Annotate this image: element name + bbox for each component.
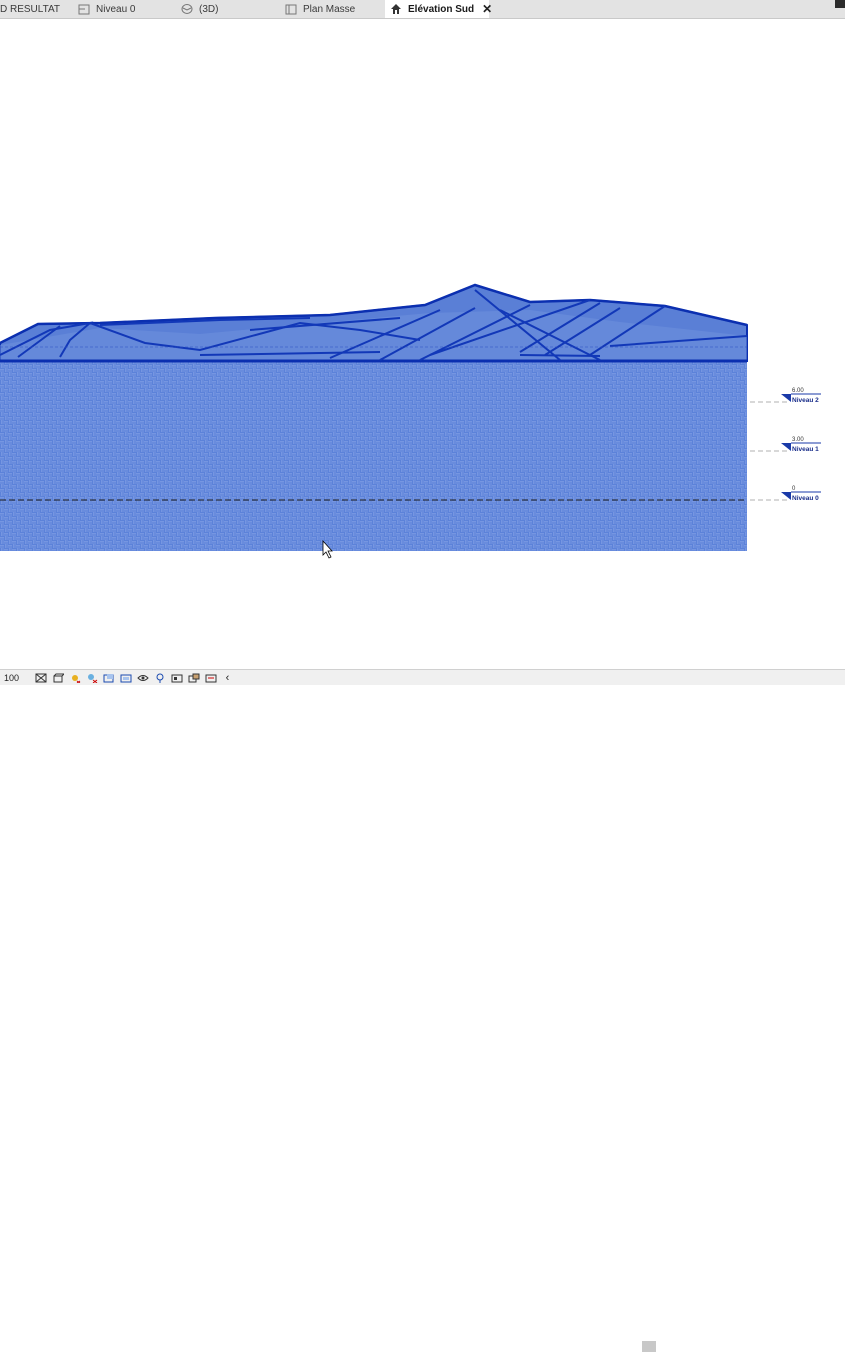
show-crop-icon[interactable] [119,672,132,683]
tab-plan-masse[interactable]: Plan Masse [282,0,382,18]
collapse-chevron-icon[interactable]: ‹ [221,672,234,684]
tab-3d[interactable]: (3D) [178,0,278,18]
floor-plan-icon [78,3,90,15]
design-options-icon[interactable] [170,672,183,683]
sun-path-icon[interactable] [68,672,81,683]
window-corner [835,0,845,8]
constraints-icon[interactable] [204,672,217,683]
view-tab-bar: D RESULTAT Niveau 0 (3D) Plan Masse Elév… [0,0,845,19]
elevation-drawing: 6.00 Niveau 2 3.00 Niveau 1 0 Niveau 0 [0,283,821,559]
tab-label: Niveau 0 [96,3,136,15]
view-scale[interactable]: 100 [0,673,34,683]
tab-niveau-0[interactable]: Niveau 0 [74,0,174,18]
level-elevation: 6.00 [792,388,804,394]
site-plan-icon [285,3,297,15]
level-elevation: 3.00 [792,437,804,443]
level-name: Niveau 2 [792,397,819,404]
reveal-hidden-icon[interactable] [153,672,166,683]
terrain-section[interactable] [0,360,747,551]
analytical-model-icon[interactable] [187,672,200,683]
temporary-hide-icon[interactable] [136,672,149,683]
visual-style-icon[interactable] [51,672,64,683]
tab-resultat[interactable]: D RESULTAT [0,0,72,18]
close-tab-icon[interactable]: ✕ [482,3,492,15]
topography-surface[interactable] [0,283,748,363]
tab-label: (3D) [199,3,219,15]
elevation-view-canvas[interactable]: 6.00 Niveau 2 3.00 Niveau 1 0 Niveau 0 [0,19,845,669]
level-name: Niveau 0 [792,495,819,502]
horizontal-scrollbar-thumb[interactable] [642,1341,656,1352]
detail-level-icon[interactable] [34,672,47,683]
tab-label: Plan Masse [303,3,356,15]
level-elevation: 0 [792,486,796,492]
tab-elevation-sud[interactable]: Elévation Sud ✕ [385,0,492,18]
3d-view-icon [181,3,193,15]
tab-label: D RESULTAT [0,3,61,15]
tab-label: Elévation Sud [408,3,475,15]
shadows-icon[interactable] [85,672,98,683]
view-control-bar: 100 ‹ [0,669,845,1352]
level-name: Niveau 1 [792,446,819,453]
elevation-icon [390,3,402,15]
crop-view-icon[interactable] [102,672,115,683]
